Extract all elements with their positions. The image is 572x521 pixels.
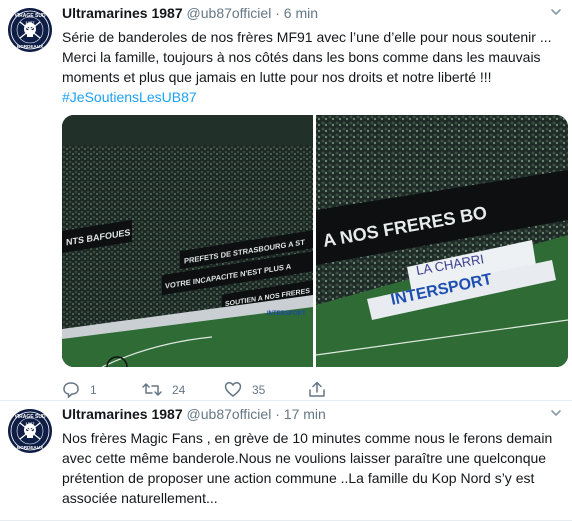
tweet-media[interactable]: NTS BAFOUES PREFETS DE STRASBOURG A ST V… bbox=[62, 115, 568, 367]
left-photo: NTS BAFOUES PREFETS DE STRASBOURG A ST V… bbox=[62, 115, 313, 367]
separator: · bbox=[275, 406, 280, 422]
skull-logo-icon: VIRAGE SUD 1987 BORDEAUX bbox=[8, 409, 52, 453]
tweet-text: Nos frères Magic Fans , en grève de 10 m… bbox=[62, 428, 557, 508]
username[interactable]: @ub87officiel bbox=[187, 5, 272, 21]
chevron-down-icon[interactable] bbox=[550, 407, 562, 419]
right-photo: A NOS FRERES BO LA CHARRI INTERSPORT bbox=[315, 115, 568, 367]
chevron-down-icon[interactable] bbox=[550, 6, 562, 18]
stadium-photos: NTS BAFOUES PREFETS DE STRASBOURG A ST V… bbox=[62, 115, 568, 367]
tweet-body: Nos frères Magic Fans , en grève de 10 m… bbox=[62, 430, 553, 506]
avatar[interactable]: VIRAGE SUD 1987 BORDEAUX bbox=[8, 409, 52, 453]
tweet-text: Série de banderoles de nos frères MF91 a… bbox=[62, 27, 557, 107]
avatar-top-text: VIRAGE SUD bbox=[14, 414, 46, 420]
display-name[interactable]: Ultramarines 1987 bbox=[62, 5, 183, 21]
tweet-body: Série de banderoles de nos frères MF91 a… bbox=[62, 29, 552, 85]
tweet[interactable]: VIRAGE SUD 1987 BORDEAUX Ultramarines 19… bbox=[0, 0, 572, 401]
share-button[interactable] bbox=[308, 381, 326, 398]
avatar-number: 1987 bbox=[26, 20, 36, 25]
separator: · bbox=[275, 5, 280, 21]
share-icon bbox=[309, 381, 325, 397]
like-button[interactable]: 35 bbox=[224, 381, 265, 398]
reply-count: 1 bbox=[90, 382, 97, 397]
hashtag-link[interactable]: #JeSoutiensLesUB87 bbox=[62, 87, 557, 107]
avatar-top-text: VIRAGE SUD bbox=[14, 13, 46, 19]
tweet-header: Ultramarines 1987 @ub87officiel · 17 min bbox=[62, 406, 326, 422]
skull-logo-icon: VIRAGE SUD 1987 BORDEAUX bbox=[8, 8, 52, 52]
reply-icon bbox=[63, 382, 79, 398]
timestamp[interactable]: 17 min bbox=[284, 406, 326, 422]
like-count: 35 bbox=[252, 382, 266, 397]
display-name[interactable]: Ultramarines 1987 bbox=[62, 406, 183, 422]
avatar-bottom-text: BORDEAUX bbox=[17, 445, 44, 450]
board-text: INTERSPORT bbox=[267, 311, 306, 317]
tweet-header: Ultramarines 1987 @ub87officiel · 6 min bbox=[62, 5, 318, 21]
retweet-count: 24 bbox=[172, 382, 186, 397]
timestamp[interactable]: 6 min bbox=[284, 5, 318, 21]
retweet-icon bbox=[142, 383, 162, 396]
tweet[interactable]: VIRAGE SUD 1987 BORDEAUX Ultramarines 19… bbox=[0, 401, 572, 521]
avatar-bottom-text: BORDEAUX bbox=[17, 44, 44, 49]
tweet-actions: 1 24 35 bbox=[62, 381, 502, 399]
avatar-number: 1987 bbox=[26, 421, 36, 426]
retweet-button[interactable]: 24 bbox=[142, 381, 185, 398]
heart-icon bbox=[224, 382, 242, 397]
username[interactable]: @ub87officiel bbox=[187, 406, 272, 422]
reply-button[interactable]: 1 bbox=[62, 381, 97, 398]
avatar[interactable]: VIRAGE SUD 1987 BORDEAUX bbox=[8, 8, 52, 52]
